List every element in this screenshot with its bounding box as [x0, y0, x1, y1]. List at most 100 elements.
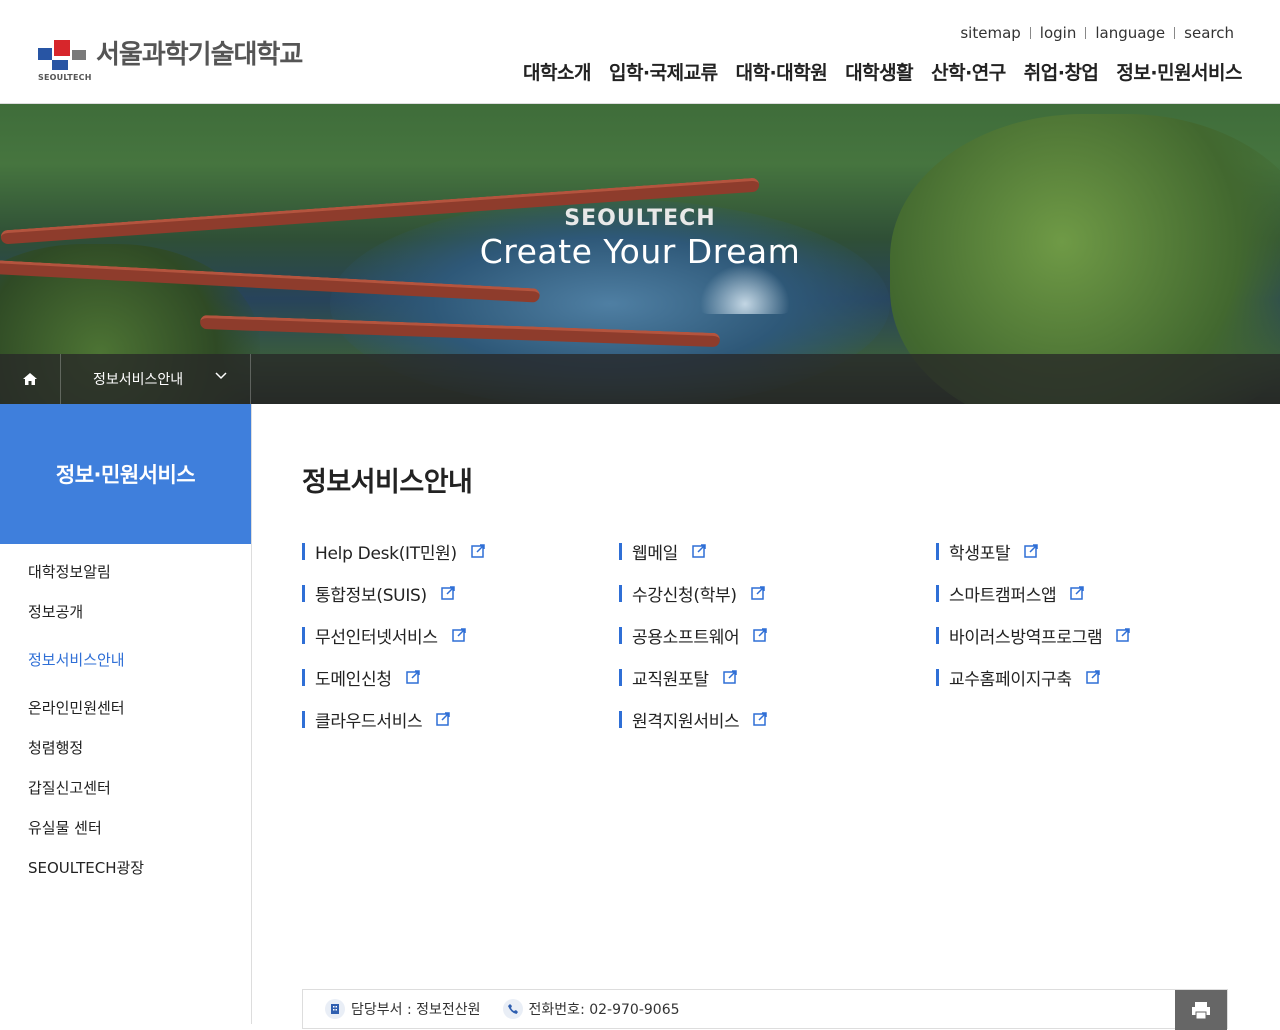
login-link[interactable]: login [1040, 24, 1077, 42]
service-link-label: 교직원포탈 [632, 669, 709, 690]
department-text: 담당부서 : 정보전산원 [351, 1002, 481, 1018]
service-link-label: 바이러스방역프로그램 [949, 627, 1103, 648]
sitemap-link[interactable]: sitemap [960, 24, 1020, 42]
service-link[interactable]: 무선인터넷서비스 [302, 624, 619, 648]
nav-item-info-service[interactable]: 정보·민원서비스 [1116, 58, 1242, 85]
search-link[interactable]: search [1184, 24, 1234, 42]
sidebar-item-info-service[interactable]: 정보서비스안내 [0, 640, 251, 680]
home-button[interactable] [0, 354, 61, 404]
home-icon [23, 373, 37, 385]
external-link-icon [753, 712, 768, 726]
hero-title: Create Your Dream [479, 232, 801, 271]
external-link-icon [750, 586, 766, 600]
sidebar-item-integrity[interactable]: 청렴행정 [0, 728, 251, 768]
nav-item-admission[interactable]: 입학·국제교류 [609, 58, 718, 85]
nav-item-campus-life[interactable]: 대학생활 [845, 58, 913, 85]
service-link-label: 도메인신청 [315, 669, 392, 690]
breadcrumb-current: 정보서비스안내 [93, 372, 184, 388]
print-icon [1192, 1002, 1210, 1020]
link-bullet [936, 626, 939, 644]
service-link-label: 수강신청(학부) [632, 585, 737, 606]
link-bullet [302, 584, 305, 602]
sidebar-item-online-petition[interactable]: 온라인민원센터 [0, 688, 251, 728]
external-link-icon [1116, 628, 1131, 642]
service-link[interactable]: Help Desk(IT민원) [302, 540, 619, 564]
divider [1029, 27, 1031, 39]
service-link-label: 원격지원서비스 [632, 711, 740, 732]
link-bullet [936, 542, 939, 560]
link-bullet [302, 626, 305, 644]
sidebar-menu: 대학정보알림 정보공개 정보서비스안내 온라인민원센터 청렴행정 갑질신고센터 … [0, 544, 251, 888]
main-content: 정보서비스안내 Help Desk(IT민원) 웹메일 학생포탈통합정보(SUIS)… [302, 404, 1242, 1030]
service-link-label: Help Desk(IT민원) [315, 543, 457, 564]
service-link[interactable]: 교수홈페이지구축 [936, 666, 1242, 690]
main-nav: 대학소개 입학·국제교류 대학·대학원 대학생활 산학·연구 취업·창업 정보·… [505, 58, 1242, 85]
divider [1085, 27, 1087, 39]
sidebar-item-disclosure[interactable]: 정보공개 [0, 592, 251, 632]
nav-item-about[interactable]: 대학소개 [523, 58, 591, 85]
service-link[interactable]: 원격지원서비스 [619, 708, 936, 732]
link-bullet [619, 626, 622, 644]
link-bullet [619, 584, 622, 602]
service-link-label: 클라우드서비스 [315, 711, 423, 732]
external-link-icon [753, 628, 768, 642]
sidebar-item-lost-found[interactable]: 유실물 센터 [0, 808, 251, 848]
phone-text: 전화번호: 02-970-9065 [528, 1002, 680, 1018]
link-bullet [619, 542, 622, 560]
nav-item-research[interactable]: 산학·연구 [931, 58, 1006, 85]
contact-info: 담당부서 : 정보전산원 전화번호: 02-970-9065 [302, 989, 1228, 1030]
service-link[interactable]: 교직원포탈 [619, 666, 936, 690]
external-link-icon [1085, 670, 1101, 684]
link-bullet [619, 710, 622, 728]
sidebar-item-univ-info[interactable]: 대학정보알림 [0, 552, 251, 592]
hero-tagline: SEOULTECH [564, 206, 716, 231]
service-link-label: 무선인터넷서비스 [315, 627, 438, 648]
external-link-icon [451, 628, 467, 642]
phone-info: 전화번호: 02-970-9065 [502, 999, 680, 1019]
print-button[interactable] [1175, 990, 1227, 1030]
sidebar-item-abuse-report[interactable]: 갑질신고센터 [0, 768, 251, 808]
hero-fountain [700, 264, 790, 314]
phone-icon [502, 999, 523, 1019]
service-link[interactable]: 학생포탈 [936, 540, 1242, 564]
link-bullet [302, 710, 305, 728]
service-link[interactable]: 클라우드서비스 [302, 708, 619, 732]
service-link-label: 교수홈페이지구축 [949, 669, 1072, 690]
service-link[interactable]: 웹메일 [619, 540, 936, 564]
service-link[interactable]: 스마트캠퍼스앱 [936, 582, 1242, 606]
link-bullet [936, 668, 939, 686]
external-link-icon [436, 712, 451, 726]
service-link[interactable]: 공용소프트웨어 [619, 624, 936, 648]
link-bullet [302, 668, 305, 686]
site-header: SEOULTECH 서울과학기술대학교 sitemap login langua… [0, 0, 1280, 104]
service-link-label: 웹메일 [632, 543, 679, 564]
service-link-label: 공용소프트웨어 [632, 627, 740, 648]
service-link[interactable]: 수강신청(학부) [619, 582, 936, 606]
link-bullet [302, 542, 305, 560]
nav-item-career[interactable]: 취업·창업 [1024, 58, 1099, 85]
external-link-icon [692, 544, 707, 558]
service-link-label: 스마트캠퍼스앱 [949, 585, 1057, 606]
university-logo[interactable]: SEOULTECH 서울과학기술대학교 [38, 38, 303, 84]
external-link-icon [722, 670, 738, 684]
page-title: 정보서비스안내 [302, 467, 473, 498]
external-link-icon [405, 670, 421, 684]
link-bullet [936, 584, 939, 602]
service-link[interactable]: 바이러스방역프로그램 [936, 624, 1242, 648]
nav-item-colleges[interactable]: 대학·대학원 [736, 58, 828, 85]
breadcrumb-dropdown[interactable]: 정보서비스안내 [61, 354, 251, 404]
external-link-icon [1070, 586, 1085, 600]
logo-name: 서울과학기술대학교 [96, 39, 303, 70]
sidebar: 정보·민원서비스 대학정보알림 정보공개 정보서비스안내 온라인민원센터 청렴행… [0, 404, 252, 1024]
service-link[interactable]: 도메인신청 [302, 666, 619, 690]
sidebar-item-plaza[interactable]: SEOULTECH광장 [0, 848, 251, 888]
divider [1174, 27, 1176, 39]
service-link-label: 학생포탈 [949, 543, 1011, 564]
language-link[interactable]: language [1095, 24, 1165, 42]
building-icon [325, 999, 345, 1019]
service-link[interactable]: 통합정보(SUIS) [302, 582, 619, 606]
logo-mark-icon: SEOULTECH [38, 38, 91, 84]
link-bullet [619, 668, 622, 686]
external-link-icon [471, 544, 486, 558]
utility-nav: sitemap login language search [960, 24, 1234, 42]
